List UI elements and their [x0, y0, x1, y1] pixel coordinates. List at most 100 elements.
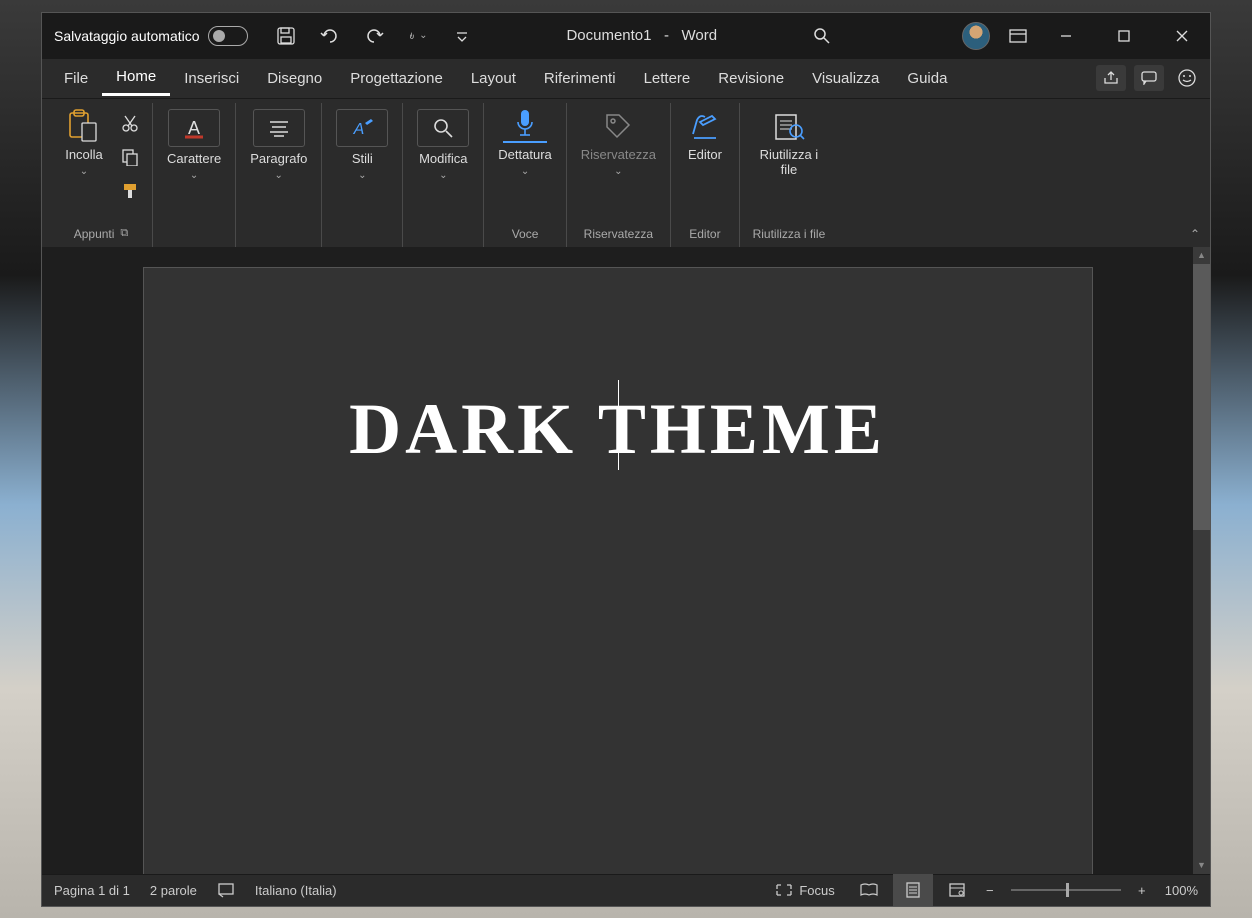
font-icon: A	[168, 109, 220, 147]
spellcheck-icon[interactable]	[217, 882, 235, 898]
save-icon[interactable]	[276, 26, 296, 46]
dictate-label: Dettatura	[498, 147, 551, 162]
font-button[interactable]: A Carattere ⌄	[161, 105, 227, 185]
document-page[interactable]: DARK THEME	[143, 267, 1093, 874]
editor-button[interactable]: Editor	[679, 105, 731, 166]
ribbon-tabbar: File Home Inserisci Disegno Progettazion…	[42, 59, 1210, 99]
paragraph-label: Paragrafo	[250, 151, 307, 166]
web-layout-icon[interactable]	[937, 874, 977, 906]
group-paragraph: Paragrafo ⌄	[236, 103, 322, 247]
svg-text:A: A	[188, 118, 200, 138]
scroll-thumb[interactable]	[1193, 264, 1210, 531]
zoom-in-button[interactable]: +	[1133, 883, 1151, 898]
paste-button[interactable]: Incolla ⌄	[58, 105, 110, 181]
ribbon: Incolla ⌄ Appunti ⧉	[42, 99, 1210, 247]
customize-qat-icon[interactable]	[452, 26, 472, 46]
document-title: Documento1 - Word	[472, 27, 812, 44]
touch-mode-icon[interactable]: ⌄	[408, 26, 428, 46]
title-separator: -	[664, 27, 669, 44]
page-count[interactable]: Pagina 1 di 1	[54, 883, 130, 898]
chevron-down-icon: ⌄	[80, 166, 88, 177]
group-styles: A Stili ⌄	[322, 103, 403, 247]
comments-icon[interactable]	[1134, 65, 1164, 91]
clipboard-group-label: Appunti	[74, 227, 115, 241]
reuse-files-icon	[769, 109, 809, 143]
tab-home[interactable]: Home	[102, 60, 170, 96]
read-mode-icon[interactable]	[849, 874, 889, 906]
paragraph-button[interactable]: Paragrafo ⌄	[244, 105, 313, 185]
vertical-scrollbar[interactable]: ▲ ▼	[1193, 247, 1210, 874]
reuse-files-button[interactable]: Riutilizza i file	[748, 105, 830, 181]
reuse-group-label: Riutilizza i file	[753, 227, 826, 241]
scroll-down-icon[interactable]: ▼	[1193, 857, 1210, 874]
print-layout-icon[interactable]	[893, 874, 933, 906]
app-window: Salvataggio automatico ⌄ Documento1	[41, 12, 1211, 907]
sensitivity-button[interactable]: Riservatezza ⌄	[575, 105, 662, 181]
group-editor: Editor Editor	[671, 103, 740, 247]
paste-icon	[64, 109, 104, 143]
focus-label: Focus	[799, 883, 834, 898]
tab-file[interactable]: File	[50, 62, 102, 95]
feedback-icon[interactable]	[1172, 65, 1202, 91]
share-icon[interactable]	[1096, 65, 1126, 91]
user-avatar-icon[interactable]	[962, 22, 990, 50]
word-count[interactable]: 2 parole	[150, 883, 197, 898]
tab-right-controls	[1096, 65, 1202, 91]
format-painter-icon[interactable]	[116, 179, 144, 203]
dialog-launcher-icon[interactable]: ⧉	[120, 227, 128, 240]
search-icon[interactable]	[812, 26, 832, 46]
copy-icon[interactable]	[116, 145, 144, 169]
app-name: Word	[682, 27, 718, 44]
tab-layout[interactable]: Layout	[457, 62, 530, 95]
document-area: DARK THEME ▲ ▼	[42, 247, 1210, 874]
group-editing: Modifica ⌄	[403, 103, 484, 247]
redo-icon[interactable]	[364, 26, 384, 46]
chevron-down-icon: ⌄	[419, 30, 427, 41]
editing-button[interactable]: Modifica ⌄	[411, 105, 475, 185]
text-cursor	[618, 380, 619, 470]
focus-mode-button[interactable]: Focus	[775, 883, 834, 898]
titlebar-right	[962, 21, 1202, 51]
group-sensitivity: Riservatezza ⌄ Riservatezza	[567, 103, 671, 247]
group-reuse: Riutilizza i file Riutilizza i file	[740, 103, 838, 247]
find-icon	[417, 109, 469, 147]
tab-references[interactable]: Riferimenti	[530, 62, 630, 95]
editing-label: Modifica	[419, 151, 467, 166]
tab-draw[interactable]: Disegno	[253, 62, 336, 95]
cut-icon[interactable]	[116, 111, 144, 135]
language-selector[interactable]: Italiano (Italia)	[255, 883, 337, 898]
styles-icon: A	[336, 109, 388, 147]
group-clipboard: Incolla ⌄ Appunti ⧉	[50, 103, 153, 247]
minimize-button[interactable]	[1046, 21, 1086, 51]
tab-mailings[interactable]: Lettere	[630, 62, 705, 95]
zoom-slider[interactable]	[1011, 889, 1121, 891]
ribbon-display-icon[interactable]	[1008, 26, 1028, 46]
styles-button[interactable]: A Stili ⌄	[330, 105, 394, 185]
dictate-button[interactable]: Dettatura ⌄	[492, 105, 557, 181]
tab-help[interactable]: Guida	[893, 62, 961, 95]
maximize-button[interactable]	[1104, 21, 1144, 51]
document-text[interactable]: DARK THEME	[194, 388, 1042, 471]
statusbar: Pagina 1 di 1 2 parole Italiano (Italia)…	[42, 874, 1210, 906]
scroll-up-icon[interactable]: ▲	[1193, 247, 1210, 264]
tab-view[interactable]: Visualizza	[798, 62, 893, 95]
zoom-out-button[interactable]: −	[981, 883, 999, 898]
autosave-toggle[interactable]: Salvataggio automatico	[54, 26, 248, 46]
chevron-down-icon: ⌄	[190, 170, 198, 181]
tag-icon	[598, 109, 638, 143]
svg-text:A: A	[353, 121, 365, 138]
tab-design[interactable]: Progettazione	[336, 62, 457, 95]
undo-icon[interactable]	[320, 26, 340, 46]
toggle-switch-icon[interactable]	[208, 26, 248, 46]
tab-insert[interactable]: Inserisci	[170, 62, 253, 95]
scroll-track[interactable]	[1193, 264, 1210, 857]
tab-review[interactable]: Revisione	[704, 62, 798, 95]
paste-label: Incolla	[65, 147, 103, 162]
zoom-level[interactable]: 100%	[1165, 883, 1198, 898]
chevron-down-icon: ⌄	[439, 170, 447, 181]
reuse-label: Riutilizza i file	[754, 147, 824, 177]
close-button[interactable]	[1162, 21, 1202, 51]
doc-name: Documento1	[566, 27, 651, 44]
group-voice: Dettatura ⌄ Voce	[484, 103, 566, 247]
collapse-ribbon-icon[interactable]: ⌃	[1190, 227, 1200, 241]
